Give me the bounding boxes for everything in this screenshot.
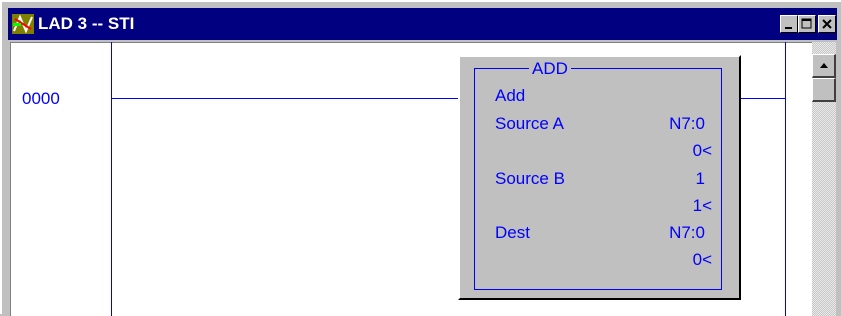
window-title: LAD 3 -- STI: [38, 14, 135, 33]
dest-label: Dest: [495, 223, 530, 242]
ladder-editor-window: LAD 3 -- STI 0000 ADD Add Source A N7:0 …: [0, 0, 841, 316]
instruction-description: Add: [495, 86, 526, 105]
rung-number[interactable]: 0000: [22, 89, 60, 109]
ladder-file-icon: [12, 14, 34, 34]
rung-wire-left: [111, 98, 459, 99]
close-button[interactable]: [818, 15, 836, 33]
scroll-thumb[interactable]: [812, 78, 836, 102]
close-icon: [822, 19, 832, 29]
arrow-up-icon: [820, 63, 828, 68]
minimize-icon: [785, 27, 792, 29]
source-b-value: 1<: [692, 196, 712, 215]
right-power-rail: [785, 42, 786, 316]
dest-value: 0<: [692, 250, 712, 269]
title-bar[interactable]: LAD 3 -- STI: [8, 8, 837, 40]
source-a-value: 0<: [692, 141, 712, 160]
scroll-up-button[interactable]: [812, 54, 836, 78]
source-b-label: Source B: [495, 169, 565, 188]
rung-wire-right: [740, 98, 786, 99]
source-b-address[interactable]: 1: [625, 169, 705, 189]
source-a-address[interactable]: N7:0: [625, 114, 705, 134]
maximize-button[interactable]: [798, 15, 816, 33]
maximize-icon: [801, 18, 812, 29]
dest-address[interactable]: N7:0: [625, 223, 705, 243]
vertical-scrollbar[interactable]: [812, 42, 836, 316]
source-a-label: Source A: [495, 114, 564, 133]
minimize-button[interactable]: [780, 15, 798, 33]
left-power-rail: [111, 42, 112, 316]
instruction-mnemonic: ADD: [529, 59, 571, 79]
